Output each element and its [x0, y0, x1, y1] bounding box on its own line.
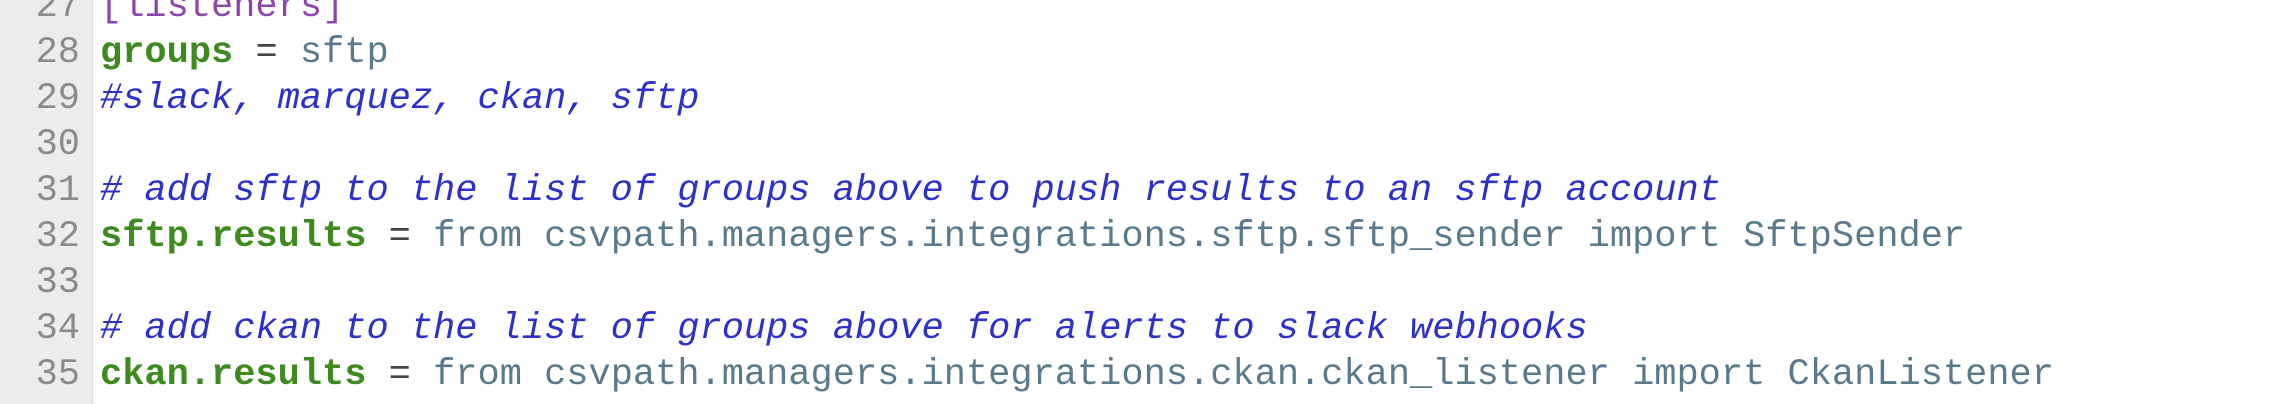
- equals-operator: =: [366, 216, 434, 258]
- equals-operator: =: [233, 32, 300, 74]
- comment: #slack, marquez, ckan, sftp: [100, 78, 700, 120]
- line-content: sftp.results = from csvpath.managers.int…: [100, 214, 2278, 260]
- config-key: groups: [100, 32, 234, 74]
- config-key: sftp.results: [100, 216, 367, 258]
- code-line[interactable]: 28 groups = sftp: [0, 30, 2278, 76]
- line-content: [100, 122, 2278, 168]
- code-line[interactable]: 27 [listeners]: [0, 0, 2278, 30]
- section-header: [listeners]: [100, 0, 345, 28]
- comment: # add ckan to the list of groups above f…: [100, 308, 1588, 350]
- line-number: 35: [35, 354, 80, 396]
- line-number: 28: [35, 32, 80, 74]
- code-line[interactable]: 32 sftp.results = from csvpath.managers.…: [0, 214, 2278, 260]
- line-number: 30: [35, 124, 80, 166]
- config-value: from csvpath.managers.integrations.sftp.…: [433, 216, 1966, 258]
- line-content: # add ckan to the list of groups above f…: [100, 306, 2278, 352]
- code-line[interactable]: 33: [0, 260, 2278, 306]
- code-line[interactable]: 29 #slack, marquez, ckan, sftp: [0, 76, 2278, 122]
- line-number: 33: [35, 262, 80, 304]
- code-line[interactable]: 30: [0, 122, 2278, 168]
- line-number: 29: [35, 78, 80, 120]
- code-lines: 27 [listeners] 28 groups = sftp 29 #slac…: [0, 0, 2278, 398]
- line-number: 32: [35, 216, 80, 258]
- line-content: [listeners]: [100, 0, 2278, 30]
- code-line[interactable]: 35 ckan.results = from csvpath.managers.…: [0, 352, 2278, 398]
- comment: # add sftp to the list of groups above t…: [100, 170, 1721, 212]
- line-number: 31: [35, 170, 80, 212]
- line-content: groups = sftp: [100, 30, 2278, 76]
- config-value: from csvpath.managers.integrations.ckan.…: [433, 354, 2054, 396]
- code-editor[interactable]: 27 [listeners] 28 groups = sftp 29 #slac…: [0, 0, 2278, 404]
- line-content: [100, 260, 2278, 306]
- config-key: ckan.results: [100, 354, 367, 396]
- equals-operator: =: [366, 354, 434, 396]
- code-line[interactable]: 31 # add sftp to the list of groups abov…: [0, 168, 2278, 214]
- config-value: sftp: [299, 32, 389, 74]
- line-number: 34: [35, 308, 80, 350]
- line-number: 27: [35, 0, 80, 28]
- line-content: #slack, marquez, ckan, sftp: [100, 76, 2278, 122]
- line-content: ckan.results = from csvpath.managers.int…: [100, 352, 2278, 398]
- code-line[interactable]: 34 # add ckan to the list of groups abov…: [0, 306, 2278, 352]
- line-content: # add sftp to the list of groups above t…: [100, 168, 2278, 214]
